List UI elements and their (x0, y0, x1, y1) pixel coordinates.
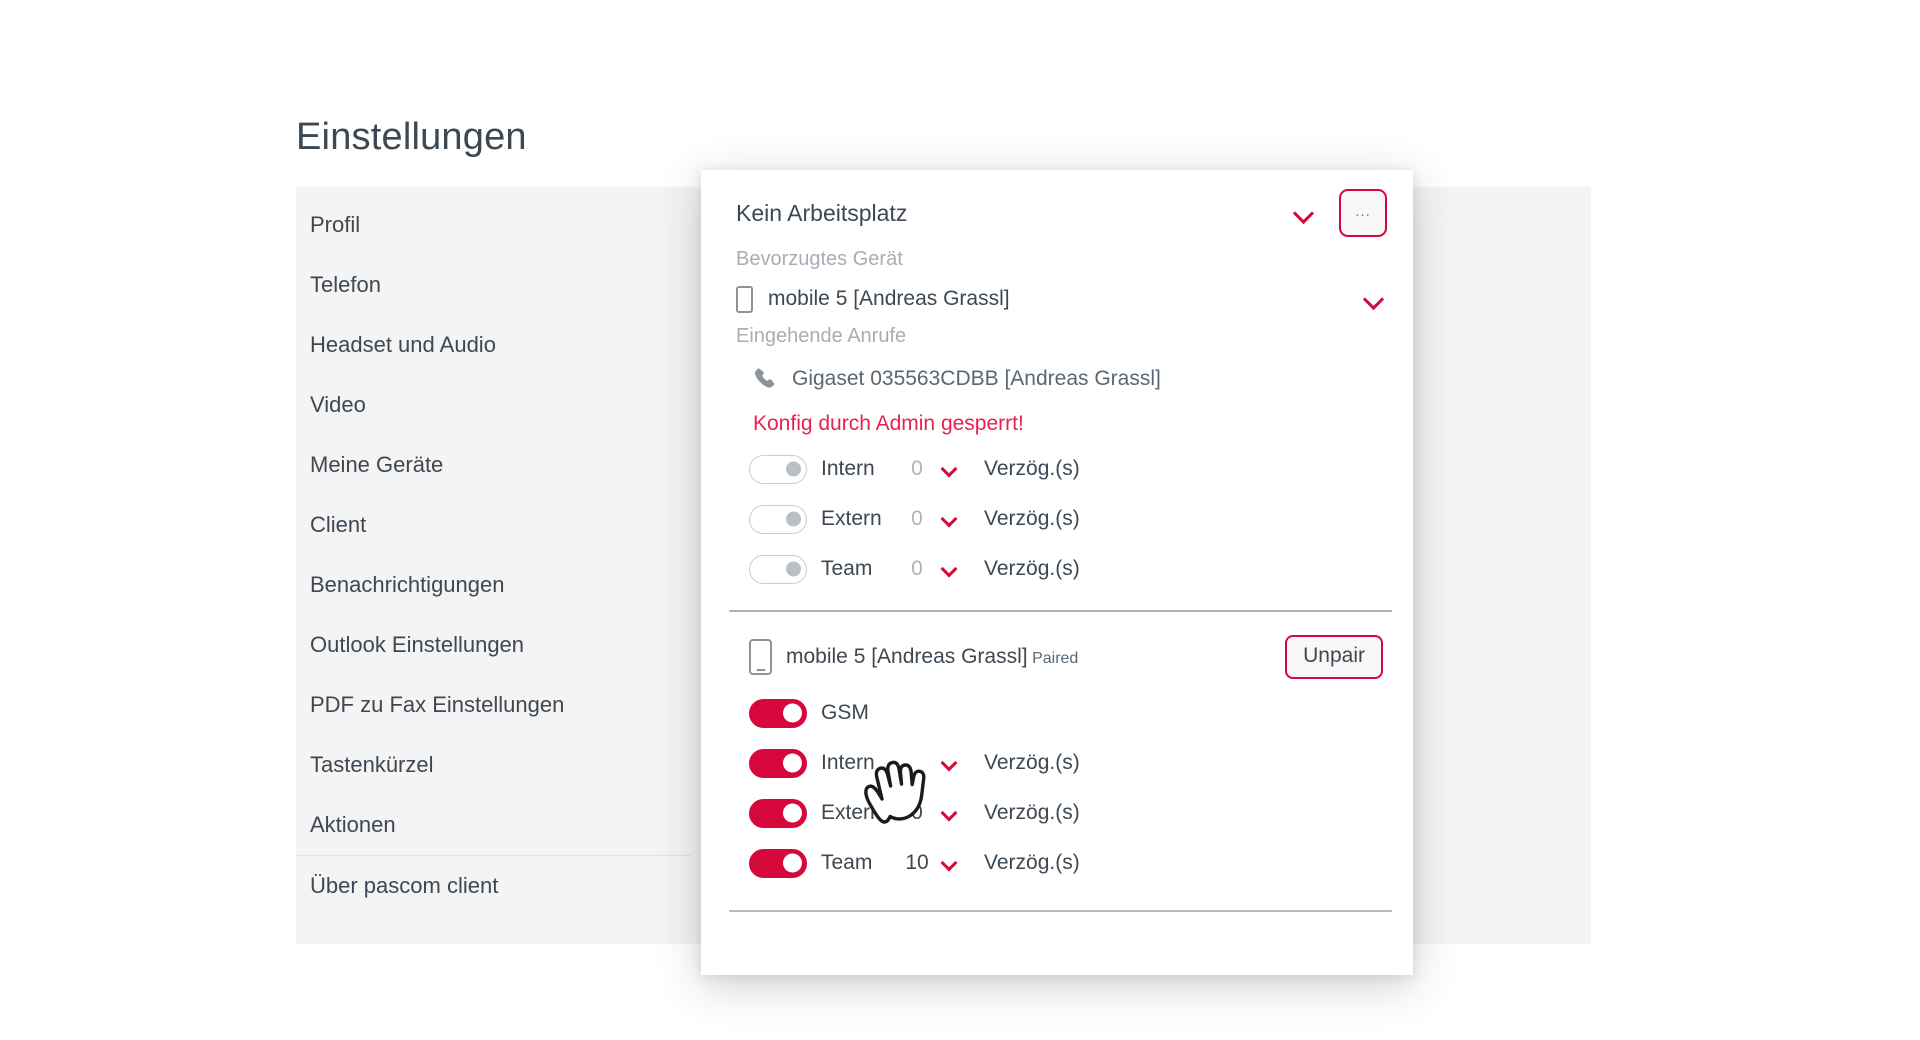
handset-phone-icon (751, 364, 781, 394)
workspace-header: Kein Arbeitsplatz ... (725, 182, 1389, 244)
sidebar-item-meine-geraete[interactable]: Meine Geräte (296, 435, 691, 495)
toggle-label: Team (821, 557, 873, 580)
delay-value: 10 (905, 851, 929, 874)
delay-value: 0 (911, 507, 923, 530)
delay-value: 0 (911, 457, 923, 480)
toggle-label: Intern (821, 751, 875, 774)
more-options-button[interactable]: ... (1339, 189, 1387, 237)
sidebar-item-aktionen[interactable]: Aktionen (296, 795, 691, 855)
chevron-down-icon[interactable] (941, 855, 958, 872)
page-title: Einstellungen (296, 116, 527, 158)
toggle-row-gsm: GSM (725, 688, 1389, 738)
toggle-label: Intern (821, 457, 875, 480)
mobile-phone-icon (749, 639, 772, 675)
delay-unit-label: Verzög.(s) (984, 557, 1080, 580)
device-settings-modal: Kein Arbeitsplatz ... Bevorzugtes Gerät … (701, 170, 1413, 975)
sidebar-item-tastenkuerzel[interactable]: Tastenkürzel (296, 735, 691, 795)
sidebar-item-benachrichtigungen[interactable]: Benachrichtigungen (296, 555, 691, 615)
delay-unit-label: Verzög.(s) (984, 507, 1080, 530)
bottom-divider (729, 910, 1392, 912)
toggle-label: Extern (821, 801, 882, 824)
workspace-title: Kein Arbeitsplatz (736, 199, 908, 226)
paired-device-name: mobile 5 [Andreas Grassl] (786, 644, 1028, 668)
sidebar-item-client[interactable]: Client (296, 495, 691, 555)
preferred-device-row[interactable]: mobile 5 [Andreas Grassl] (725, 277, 1389, 321)
toggle-row-extern-locked: Extern 0 Verzög.(s) (725, 494, 1389, 544)
toggle-extern[interactable] (749, 798, 807, 828)
preferred-device-name: mobile 5 [Andreas Grassl] (768, 287, 1010, 310)
toggle-row-extern: Extern 0 Verzög.(s) (725, 788, 1389, 838)
delay-value: 0 (911, 557, 923, 580)
toggle-label: Extern (821, 507, 882, 530)
sidebar-item-telefon[interactable]: Telefon (296, 255, 691, 315)
delay-unit-label: Verzög.(s) (984, 457, 1080, 480)
delay-unit-label: Verzög.(s) (984, 851, 1080, 874)
chevron-down-icon[interactable] (1293, 202, 1315, 224)
paired-device-status: Paired (1032, 649, 1079, 667)
preferred-device-caption: Bevorzugtes Gerät (736, 248, 903, 270)
toggle-gsm[interactable] (749, 698, 807, 728)
sidebar-item-video[interactable]: Video (296, 375, 691, 435)
sidebar-item-headset-und-audio[interactable]: Headset und Audio (296, 315, 691, 375)
sidebar-item-profil[interactable]: Profil (296, 195, 691, 255)
chevron-down-icon[interactable] (941, 561, 958, 578)
sidebar-item-pdf-zu-fax[interactable]: PDF zu Fax Einstellungen (296, 675, 691, 735)
admin-locked-message: Konfig durch Admin gesperrt! (753, 412, 1024, 435)
toggle-row-intern: Intern Verzög.(s) (725, 738, 1389, 788)
paired-device-row: mobile 5 [Andreas Grassl] Paired Unpair (725, 626, 1389, 688)
sidebar-item-ueber-pascom-client[interactable]: Über pascom client (296, 855, 691, 916)
incoming-calls-caption: Eingehende Anrufe (736, 325, 907, 347)
toggle-extern-locked[interactable] (749, 504, 807, 534)
incoming-device-row: Gigaset 035563CDBB [Andreas Grassl] (725, 356, 1389, 402)
toggle-label: GSM (821, 701, 869, 724)
mobile-phone-icon (736, 285, 753, 313)
settings-sidebar: Profil Telefon Headset und Audio Video M… (296, 187, 691, 944)
incoming-device-name: Gigaset 035563CDBB [Andreas Grassl] (792, 367, 1161, 390)
toggle-intern-locked[interactable] (749, 454, 807, 484)
unpair-button[interactable]: Unpair (1285, 635, 1383, 679)
toggle-row-team-locked: Team 0 Verzög.(s) (725, 544, 1389, 594)
toggle-team-locked[interactable] (749, 554, 807, 584)
more-options-label: ... (1355, 202, 1371, 220)
delay-unit-label: Verzög.(s) (984, 801, 1080, 824)
chevron-down-icon[interactable] (941, 461, 958, 478)
chevron-down-icon[interactable] (1363, 288, 1385, 310)
chevron-down-icon[interactable] (941, 511, 958, 528)
toggle-intern[interactable] (749, 748, 807, 778)
delay-unit-label: Verzög.(s) (984, 751, 1080, 774)
toggle-team[interactable] (749, 848, 807, 878)
chevron-down-icon[interactable] (941, 805, 958, 822)
section-divider (729, 610, 1392, 612)
toggle-row-intern-locked: Intern 0 Verzög.(s) (725, 444, 1389, 494)
chevron-down-icon[interactable] (941, 755, 958, 772)
toggle-label: Team (821, 851, 873, 874)
delay-value: 0 (911, 801, 923, 824)
toggle-row-team: Team 10 Verzög.(s) (725, 838, 1389, 888)
sidebar-item-outlook-einstellungen[interactable]: Outlook Einstellungen (296, 615, 691, 675)
